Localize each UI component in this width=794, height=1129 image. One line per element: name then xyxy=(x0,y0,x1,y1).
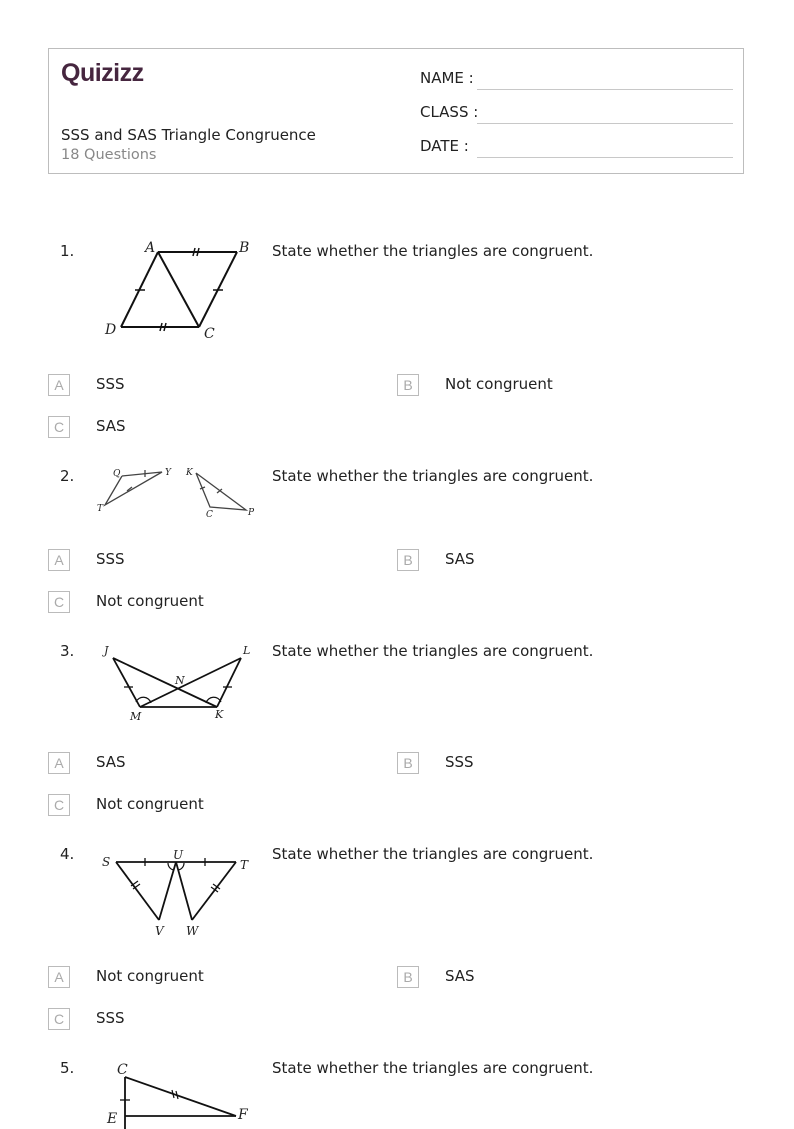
vertex-label: K xyxy=(214,708,224,721)
vertex-label: B xyxy=(238,240,249,256)
question-number: 3. xyxy=(60,642,75,660)
vertex-label: Q xyxy=(113,469,121,479)
date-label: DATE : xyxy=(420,137,469,155)
question-number: 1. xyxy=(60,242,75,260)
option-text: SAS xyxy=(445,967,475,985)
option-text: Not congruent xyxy=(96,592,204,610)
option-letter-box: A xyxy=(48,374,70,396)
option-letter-box: A xyxy=(48,966,70,988)
option-text: SAS xyxy=(445,550,475,568)
question-text: State whether the triangles are congruen… xyxy=(272,1059,594,1077)
worksheet-header: Quizizz SSS and SAS Triangle Congruence … xyxy=(48,48,744,174)
vertex-label: F xyxy=(237,1107,249,1123)
vertex-label: M xyxy=(129,710,142,721)
vertex-label: N xyxy=(174,674,185,687)
option-letter-box: A xyxy=(48,752,70,774)
vertex-label: A xyxy=(143,240,155,256)
question-text: State whether the triangles are congruen… xyxy=(272,642,594,660)
vertex-label: T xyxy=(97,504,104,514)
vertex-label: E xyxy=(106,1111,117,1127)
option-letter-box: C xyxy=(48,1008,70,1030)
question-text: State whether the triangles are congruen… xyxy=(272,242,594,260)
option-text: Not congruent xyxy=(445,375,553,393)
name-label: NAME : xyxy=(420,69,474,87)
option-text: SSS xyxy=(96,550,125,568)
option-letter-box: B xyxy=(397,752,419,774)
two-triangles-figure: Q Y T K C P xyxy=(97,468,255,519)
option-letter-box: C xyxy=(48,416,70,438)
option-text: SSS xyxy=(96,375,125,393)
option-letter-box: C xyxy=(48,591,70,613)
option-text: SAS xyxy=(96,417,126,435)
name-field[interactable] xyxy=(477,89,733,90)
vertex-label: S xyxy=(102,855,110,869)
option-text: SAS xyxy=(96,753,126,771)
vertex-label: P xyxy=(247,508,255,518)
worksheet-title: SSS and SAS Triangle Congruence xyxy=(61,126,316,144)
class-field[interactable] xyxy=(477,123,733,124)
question-count: 18 Questions xyxy=(61,147,157,163)
vertex-label: J xyxy=(102,644,109,657)
vertex-label: K xyxy=(185,468,194,478)
vertex-label: L xyxy=(242,644,250,657)
option-letter-box: A xyxy=(48,549,70,571)
question-number: 4. xyxy=(60,845,75,863)
option-letter-box: B xyxy=(397,374,419,396)
option-letter-box: C xyxy=(48,794,70,816)
question-number: 5. xyxy=(60,1059,75,1077)
option-letter-box: B xyxy=(397,966,419,988)
parallelogram-figure: A B C D xyxy=(104,240,249,342)
question-text: State whether the triangles are congruen… xyxy=(272,467,594,485)
question-text: State whether the triangles are congruen… xyxy=(272,845,594,863)
vertex-label: U xyxy=(173,848,184,862)
vertex-label: T xyxy=(240,858,249,872)
vertex-label: W xyxy=(186,924,200,938)
date-field[interactable] xyxy=(477,157,733,158)
option-text: SSS xyxy=(96,1009,125,1027)
option-text: Not congruent xyxy=(96,795,204,813)
quizizz-logo: Quizizz xyxy=(61,59,144,87)
vertex-label: C xyxy=(117,1062,128,1078)
vertex-label: D xyxy=(104,322,116,338)
vertex-label: V xyxy=(155,924,165,938)
right-triangle-figure: C E F xyxy=(106,1062,249,1129)
option-text: SSS xyxy=(445,753,474,771)
vertex-label: C xyxy=(204,326,215,342)
vertex-label: Y xyxy=(165,468,172,478)
class-label: CLASS : xyxy=(420,103,479,121)
question-number: 2. xyxy=(60,467,75,485)
two-triangles-shared-vertex-figure: S U T V W xyxy=(102,848,249,938)
option-letter-box: B xyxy=(397,549,419,571)
crossed-triangles-figure: J L N M K xyxy=(102,644,250,721)
option-text: Not congruent xyxy=(96,967,204,985)
vertex-label: C xyxy=(206,510,213,519)
